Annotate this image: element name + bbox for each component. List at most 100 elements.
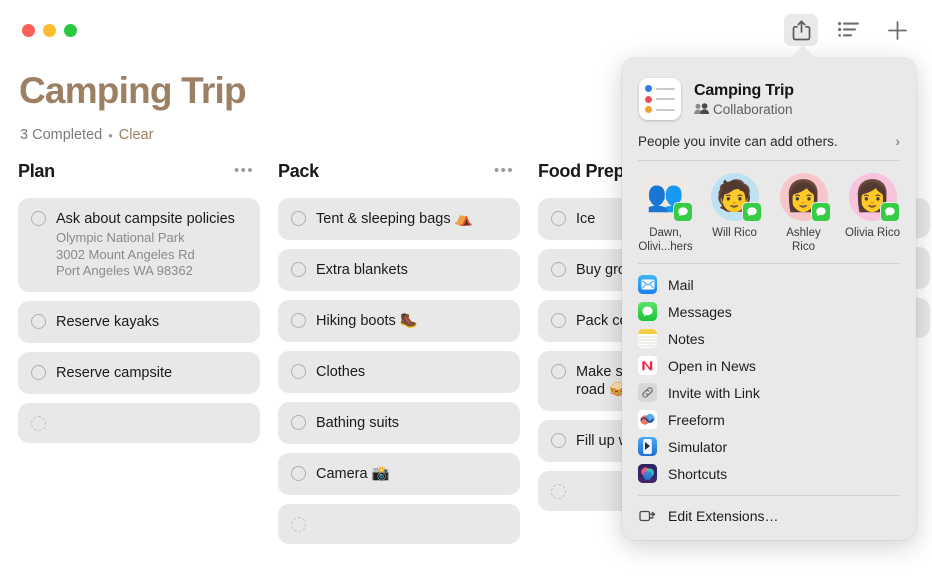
messages-badge-icon: [810, 202, 831, 222]
reminder-checkbox[interactable]: [31, 415, 46, 431]
participant-name: Will Rico: [712, 227, 757, 239]
reminder-item[interactable]: Reserve kayaks: [18, 300, 260, 343]
reminders-app-icon: [639, 78, 681, 120]
reminder-content: Tent & sleeping bags ⛺: [316, 210, 506, 228]
reminder-content: Ask about campsite policies Olympic Natio…: [56, 210, 246, 280]
reminder-column: Pack ••• Tent & sleeping bags ⛺ Extra blank…: [278, 158, 538, 588]
reminder-checkbox[interactable]: [291, 415, 306, 430]
share-menu-item-label: Shortcuts: [668, 465, 728, 482]
reminder-checkbox[interactable]: [551, 313, 566, 328]
reminder-checkbox[interactable]: [551, 484, 566, 499]
reminder-item[interactable]: Clothes: [278, 351, 520, 393]
share-menu-item[interactable]: Open in News: [622, 352, 916, 379]
reminder-checkbox[interactable]: [291, 211, 306, 226]
messages-app-icon: [638, 302, 657, 321]
view-options-button[interactable]: [832, 14, 866, 46]
shortcuts-app-icon: [638, 464, 657, 483]
share-menu-item-label: Freeform: [668, 411, 725, 428]
reminder-checkbox[interactable]: [291, 364, 306, 379]
messages-badge-icon: [741, 202, 762, 222]
invite-permissions-row[interactable]: People you invite can add others. ›: [638, 133, 900, 161]
reminder-checkbox[interactable]: [31, 364, 46, 380]
share-menu-item-label: Mail: [668, 276, 694, 293]
share-menu-item[interactable]: Simulator: [622, 433, 916, 460]
share-menu-item[interactable]: Notes: [622, 325, 916, 352]
edit-extensions-label: Edit Extensions…: [668, 507, 779, 524]
new-reminder-row[interactable]: [18, 402, 260, 443]
column-options-button[interactable]: •••: [232, 163, 256, 178]
avatar-wrapper: 👥: [641, 173, 693, 222]
share-button[interactable]: [784, 14, 818, 46]
messages-badge-icon: [672, 202, 693, 222]
reminder-checkbox[interactable]: [291, 262, 306, 277]
participant[interactable]: 🧑 Will Rico: [700, 173, 769, 254]
messages-badge-icon: [879, 202, 900, 222]
reminder-checkbox[interactable]: [291, 517, 306, 532]
share-menu-item[interactable]: Mail: [622, 271, 916, 298]
reminder-item[interactable]: Extra blankets: [278, 249, 520, 291]
news-app-icon: [638, 356, 657, 375]
column-header: Plan •••: [18, 158, 260, 184]
reminder-checkbox[interactable]: [551, 211, 566, 226]
page-title: Camping Trip: [19, 70, 247, 111]
column-title: Pack: [278, 160, 319, 181]
simulator-app-icon: [638, 437, 657, 456]
share-menu-item-label: Messages: [668, 303, 732, 320]
invite-permissions-label: People you invite can add others.: [638, 133, 838, 149]
reminder-checkbox[interactable]: [551, 433, 566, 448]
reminder-content: Bathing suits: [316, 414, 506, 432]
minimize-button[interactable]: [43, 24, 56, 37]
column-options-button[interactable]: •••: [492, 163, 516, 178]
edit-extensions-item[interactable]: Edit Extensions…: [622, 502, 916, 529]
share-menu-item[interactable]: Freeform: [622, 406, 916, 433]
reminder-item[interactable]: Hiking boots 🥾: [278, 300, 520, 342]
participant[interactable]: 👥 Dawn, Olivi...hers: [631, 173, 700, 254]
participant-name: Olivia Rico: [845, 227, 900, 239]
share-popover: Camping Trip Collaboration People you in…: [622, 58, 916, 540]
share-menu-item[interactable]: Messages: [622, 298, 916, 325]
reminder-item[interactable]: Ask about campsite policies Olympic Natio…: [18, 198, 260, 292]
mail-app-icon: [638, 275, 657, 294]
reminder-checkbox[interactable]: [551, 262, 566, 277]
reminder-title: Extra blankets: [316, 262, 408, 278]
add-reminder-button[interactable]: [880, 14, 914, 46]
reminder-title: Camera 📸: [316, 466, 390, 482]
avatar-wrapper: 🧑: [710, 173, 762, 222]
reminder-title: Ask about campsite policies: [56, 211, 235, 227]
reminder-item[interactable]: Reserve campsite: [18, 351, 260, 394]
avatar-wrapper: 👩: [779, 173, 831, 222]
clear-completed-link[interactable]: Clear: [119, 127, 154, 143]
share-menu-item-label: Invite with Link: [668, 384, 760, 401]
participant[interactable]: 👩 Olivia Rico: [838, 173, 907, 254]
close-button[interactable]: [22, 24, 35, 37]
reminder-checkbox[interactable]: [31, 313, 46, 329]
completed-count: 3 Completed: [20, 127, 103, 143]
separator-dot: •: [108, 127, 113, 143]
list-view-icon: [838, 21, 859, 37]
reminder-checkbox[interactable]: [291, 466, 306, 481]
list-status-bar: 3 Completed • Clear: [20, 127, 153, 143]
popover-title: Camping Trip: [694, 81, 794, 99]
reminder-title: Clothes: [316, 364, 366, 380]
reminder-item[interactable]: Camera 📸: [278, 453, 520, 495]
maximize-button[interactable]: [64, 24, 77, 37]
share-menu-item-label: Notes: [668, 330, 705, 347]
reminder-content: Camera 📸: [316, 465, 506, 483]
participant[interactable]: 👩 Ashley Rico: [769, 173, 838, 254]
share-menu-item[interactable]: Shortcuts: [622, 460, 916, 487]
people-icon: [694, 103, 709, 114]
reminder-title: Bathing suits: [316, 415, 400, 431]
reminder-content: Clothes: [316, 363, 506, 381]
popover-subtitle: Collaboration: [713, 101, 793, 117]
reminder-notes: Olympic National Park 3002 Mount Angeles…: [56, 230, 195, 278]
reminder-item[interactable]: Tent & sleeping bags ⛺: [278, 198, 520, 240]
reminder-checkbox[interactable]: [291, 313, 306, 328]
column-title: Food Prep: [538, 160, 625, 181]
reminder-title: Reserve campsite: [56, 364, 173, 381]
new-reminder-row[interactable]: [278, 504, 520, 544]
share-menu-item[interactable]: Invite with Link: [622, 379, 916, 406]
reminder-checkbox[interactable]: [31, 211, 46, 226]
reminder-checkbox[interactable]: [551, 364, 566, 379]
reminder-item[interactable]: Bathing suits: [278, 402, 520, 444]
toolbar: [784, 14, 914, 46]
